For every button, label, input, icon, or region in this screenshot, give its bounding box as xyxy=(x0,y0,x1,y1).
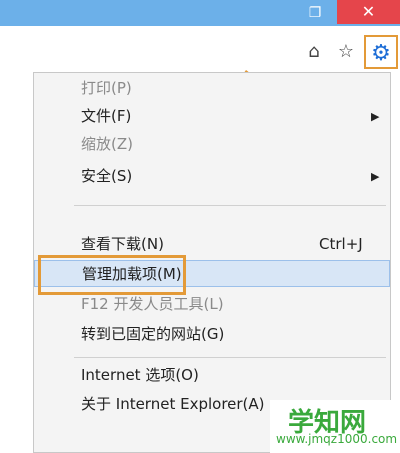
menu-item-print[interactable]: 打印(P) xyxy=(34,75,390,102)
menu-item-file[interactable]: 文件(F) ▶ xyxy=(34,103,390,130)
menu-separator xyxy=(74,205,386,206)
menu-item-pinned-sites[interactable]: 转到已固定的网站(G) xyxy=(34,321,390,348)
star-icon[interactable]: ☆ xyxy=(332,38,360,66)
annotation-highlight-box xyxy=(38,255,186,295)
menu-item-label: 打印(P) xyxy=(81,79,132,97)
menu-separator xyxy=(74,357,386,358)
close-button[interactable]: ✕ xyxy=(337,0,400,24)
menu-item-label: 缩放(Z) xyxy=(81,135,133,153)
gear-icon[interactable]: ⚙ xyxy=(364,35,398,69)
menu-item-label: F12 开发人员工具(L) xyxy=(81,295,224,313)
menu-item-safety[interactable]: 安全(S) ▶ xyxy=(34,163,390,190)
restore-icon: ❐ xyxy=(308,5,322,21)
watermark: 学知网 www.jmqz1000.com xyxy=(270,400,400,453)
submenu-arrow-icon: ▶ xyxy=(371,110,380,123)
restore-button[interactable]: ❐ xyxy=(303,3,327,23)
close-icon: ✕ xyxy=(361,2,376,21)
menu-item-f12-tools[interactable]: F12 开发人员工具(L) xyxy=(34,291,390,318)
submenu-arrow-icon: ▶ xyxy=(371,170,380,183)
menu-item-view-downloads[interactable]: 查看下载(N) Ctrl+J xyxy=(34,231,390,258)
watermark-url: www.jmqz1000.com xyxy=(276,432,398,446)
home-icon[interactable]: ⌂ xyxy=(300,38,328,66)
menu-item-label: Internet 选项(O) xyxy=(81,366,199,384)
menu-item-label: 查看下载(N) xyxy=(81,235,164,253)
menu-item-label: 关于 Internet Explorer(A) xyxy=(81,395,265,413)
menu-item-label: 转到已固定的网站(G) xyxy=(81,325,225,343)
menu-item-internet-options[interactable]: Internet 选项(O) xyxy=(34,362,390,389)
menu-item-shortcut: Ctrl+J xyxy=(319,235,363,253)
menu-item-label: 安全(S) xyxy=(81,167,133,185)
menu-item-zoom[interactable]: 缩放(Z) xyxy=(34,131,390,158)
menu-item-label: 文件(F) xyxy=(81,107,132,125)
